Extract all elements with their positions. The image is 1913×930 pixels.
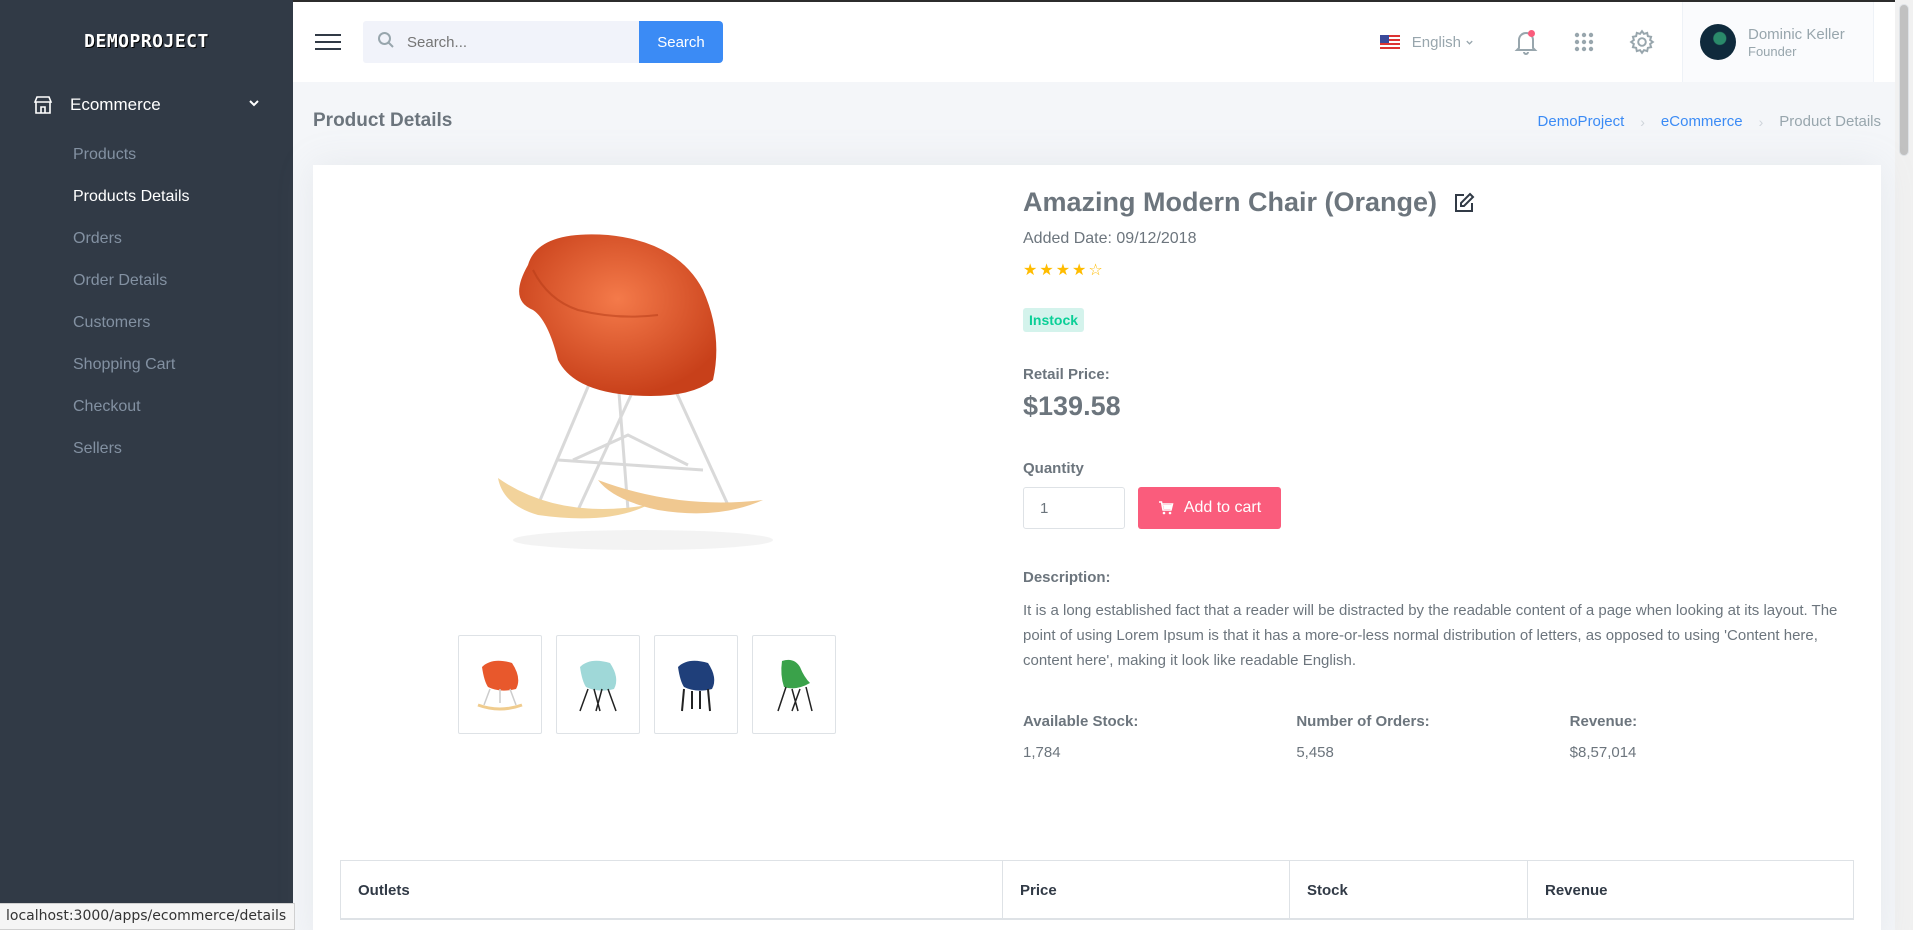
stat-value: $8,57,014 [1569, 744, 1637, 761]
stat-revenue: Revenue: $8,57,014 [1570, 713, 1843, 761]
search-bar: Search [363, 21, 723, 63]
sidebar-item-products[interactable]: Products [0, 134, 293, 176]
rating-stars: ★★★★☆ [1023, 260, 1843, 280]
sidebar-item-customers[interactable]: Customers [0, 302, 293, 344]
apps-grid-icon[interactable] [1566, 24, 1602, 60]
breadcrumb: DemoProject › eCommerce › Product Detail… [1538, 113, 1881, 130]
product-title-row: Amazing Modern Chair (Orange) [1023, 187, 1843, 218]
chevron-down-icon [247, 95, 261, 115]
product-info: Amazing Modern Chair (Orange) Added Date… [1023, 187, 1843, 761]
stat-label: Available Stock: [1023, 713, 1139, 730]
stat-value: 5,458 [1296, 744, 1334, 761]
sidebar-item-sellers[interactable]: Sellers [0, 428, 293, 470]
store-icon [32, 94, 54, 116]
sidebar-item-checkout[interactable]: Checkout [0, 386, 293, 428]
sidebar-section-label: Ecommerce [70, 95, 161, 114]
page-scrollbar[interactable] [1895, 0, 1913, 930]
retail-price: $139.58 [1023, 391, 1121, 421]
table-header-outlets: Outlets [341, 861, 1003, 919]
stat-available-stock: Available Stock: 1,784 [1023, 713, 1296, 761]
product-card: Amazing Modern Chair (Orange) Added Date… [313, 165, 1881, 930]
search-field [363, 21, 639, 63]
description-text: It is a long established fact that a rea… [1023, 602, 1838, 669]
star-filled-icon: ★ [1023, 262, 1040, 279]
language-label: English [1411, 33, 1461, 51]
chevron-right-icon: › [1758, 113, 1764, 130]
star-filled-icon: ★ [1039, 262, 1056, 279]
description-label: Description: [1023, 569, 1111, 586]
star-filled-icon: ★ [1055, 262, 1073, 279]
browser-status-url: localhost:3000/apps/ecommerce/details [0, 903, 296, 930]
notification-dot [1528, 30, 1535, 37]
search-input[interactable] [407, 33, 607, 51]
scrollbar-thumb[interactable] [1899, 4, 1909, 156]
breadcrumb-current: Product Details [1779, 113, 1881, 130]
cart-icon [1158, 501, 1174, 515]
table-header-revenue: Revenue [1528, 861, 1853, 919]
table-header-price: Price [1003, 861, 1290, 919]
outlets-table: Outlets Price Stock Revenue [340, 860, 1854, 920]
sidebar-item-orders[interactable]: Orders [0, 218, 293, 260]
sidebar: DEMOPROJECT Ecommerce Products Products … [0, 0, 293, 930]
thumbnail-orange-chair[interactable] [458, 635, 542, 734]
thumbnail-navy-chair[interactable] [654, 635, 738, 734]
edit-icon[interactable] [1453, 192, 1475, 214]
breadcrumb-link-ecommerce[interactable]: eCommerce [1661, 113, 1743, 130]
notification-bell-icon[interactable] [1508, 24, 1544, 60]
stat-label: Revenue: [1569, 713, 1638, 730]
product-main-image [478, 220, 808, 580]
product-title: Amazing Modern Chair (Orange) [1023, 187, 1438, 217]
stat-number-of-orders: Number of Orders: 5,458 [1296, 713, 1569, 761]
star-filled-icon: ★ [1072, 262, 1089, 279]
search-button[interactable]: Search [639, 21, 723, 63]
thumbnail-gallery [458, 635, 850, 734]
sidebar-section-ecommerce[interactable]: Ecommerce [0, 82, 293, 128]
topbar: Search English Dominic Keller Founder [293, 0, 1913, 82]
menu-toggle-icon[interactable] [315, 29, 341, 55]
gear-icon[interactable] [1624, 24, 1660, 60]
user-name: Dominic Keller [1748, 25, 1845, 43]
sidebar-item-products-details[interactable]: Products Details [0, 176, 293, 218]
sidebar-item-order-details[interactable]: Order Details [0, 260, 293, 302]
sidebar-item-shopping-cart[interactable]: Shopping Cart [0, 344, 293, 386]
table-header-stock: Stock [1290, 861, 1528, 919]
brand-logo[interactable]: DEMOPROJECT [0, 0, 293, 82]
brand-text: DEMOPROJECT [84, 30, 209, 52]
add-to-cart-button[interactable]: Add to cart [1138, 487, 1281, 529]
search-icon [377, 31, 395, 54]
user-role: Founder [1748, 43, 1797, 59]
breadcrumb-link-demoproject[interactable]: DemoProject [1538, 113, 1625, 130]
chevron-right-icon: › [1640, 113, 1645, 130]
thumbnail-green-chair[interactable] [752, 635, 836, 734]
quantity-label: Quantity [1023, 460, 1084, 477]
star-outline-icon: ☆ [1088, 262, 1105, 279]
avatar [1700, 24, 1736, 60]
quantity-input[interactable] [1023, 487, 1125, 529]
quantity-row: Add to cart [1023, 487, 1843, 529]
add-to-cart-label: Add to cart [1183, 499, 1262, 516]
user-profile-dropdown[interactable]: Dominic Keller Founder [1682, 2, 1874, 82]
us-flag-icon [1379, 35, 1400, 49]
added-date: Added Date: 09/12/2018 [1023, 230, 1197, 247]
sidebar-submenu: Products Products Details Orders Order D… [0, 134, 293, 470]
stat-label: Number of Orders: [1296, 713, 1430, 730]
product-stats: Available Stock: 1,784 Number of Orders:… [1023, 713, 1843, 761]
chevron-down-icon [1465, 38, 1474, 47]
status-badge: Instock [1023, 308, 1085, 332]
language-dropdown[interactable]: English [1379, 33, 1474, 51]
page-title: Product Details [313, 110, 453, 131]
stat-value: 1,784 [1023, 744, 1061, 761]
topbar-right: English Dominic Keller Founder [1379, 2, 1913, 82]
retail-price-label: Retail Price: [1023, 366, 1110, 383]
thumbnail-teal-chair[interactable] [556, 635, 640, 734]
